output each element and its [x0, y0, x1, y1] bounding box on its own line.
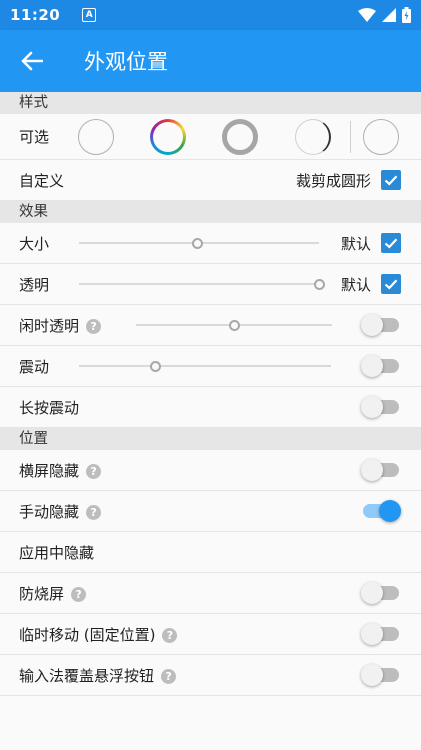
vibrate-slider[interactable]: [79, 356, 331, 376]
help-icon[interactable]: ?: [86, 463, 102, 479]
size-default-label: 默认: [340, 234, 371, 253]
opacity-default-checkbox[interactable]: [381, 274, 401, 294]
size-label: 大小: [19, 234, 50, 253]
vibrate-label: 震动: [19, 357, 50, 376]
ime-cover-text: 输入法覆盖悬浮按钮: [19, 666, 155, 685]
arrow-left-icon: [21, 51, 43, 71]
style-option-shadow[interactable]: [295, 119, 331, 155]
burn-in-label: 防烧屏?: [19, 583, 87, 604]
help-icon[interactable]: ?: [86, 504, 102, 520]
ime-cover-label: 输入法覆盖悬浮按钮?: [19, 665, 177, 686]
idle-opacity-label: 闲时透明?: [19, 315, 136, 336]
landscape-hide-label: 横屏隐藏?: [19, 460, 102, 481]
status-time: 11:20: [10, 6, 61, 24]
landscape-hide-switch[interactable]: [361, 459, 401, 481]
opacity-label: 透明: [19, 275, 50, 294]
help-icon[interactable]: ?: [162, 627, 178, 643]
style-option-ring[interactable]: [222, 119, 258, 155]
temp-move-label: 临时移动 (固定位置)?: [19, 624, 178, 645]
battery-icon: [402, 7, 411, 23]
burn-in-switch[interactable]: [361, 582, 401, 604]
cell-signal-icon: [382, 8, 396, 22]
style-options-row: 可选: [0, 114, 421, 160]
long-press-vibrate-switch[interactable]: [361, 396, 401, 418]
help-icon[interactable]: ?: [161, 668, 177, 684]
style-divider: [350, 121, 351, 153]
custom-row[interactable]: 自定义 裁剪成圆形: [0, 160, 421, 201]
idle-opacity-row: 闲时透明?: [0, 305, 421, 346]
app-bar: 外观位置: [0, 30, 421, 92]
slider-thumb[interactable]: [191, 238, 203, 249]
idle-opacity-switch[interactable]: [361, 314, 401, 336]
check-icon: [384, 238, 398, 249]
check-icon: [384, 175, 398, 186]
opacity-default-label: 默认: [340, 275, 371, 294]
slider-thumb[interactable]: [314, 279, 325, 290]
temp-move-row[interactable]: 临时移动 (固定位置)?: [0, 614, 421, 655]
opacity-row: 透明 默认: [0, 264, 421, 305]
hide-in-app-label: 应用中隐藏: [19, 543, 95, 562]
back-button[interactable]: [0, 30, 64, 92]
temp-move-switch[interactable]: [361, 623, 401, 645]
help-icon[interactable]: ?: [71, 586, 87, 602]
help-icon[interactable]: ?: [86, 318, 102, 334]
long-press-vibrate-row[interactable]: 长按震动: [0, 387, 421, 428]
burn-in-text: 防烧屏: [19, 584, 65, 603]
style-option-custom[interactable]: [363, 119, 399, 155]
manual-hide-row[interactable]: 手动隐藏?: [0, 491, 421, 532]
section-header-effect: 效果: [0, 201, 421, 223]
size-slider[interactable]: [79, 233, 319, 253]
burn-in-row[interactable]: 防烧屏?: [0, 573, 421, 614]
temp-move-text: 临时移动 (固定位置): [19, 625, 156, 644]
size-default-checkbox[interactable]: [381, 233, 401, 253]
slider-track: [79, 365, 331, 367]
vibrate-switch[interactable]: [361, 355, 401, 377]
hide-in-app-row[interactable]: 应用中隐藏: [0, 532, 421, 573]
landscape-hide-row[interactable]: 横屏隐藏?: [0, 450, 421, 491]
idle-opacity-text: 闲时透明: [19, 316, 80, 335]
ime-cover-row[interactable]: 输入法覆盖悬浮按钮?: [0, 655, 421, 696]
manual-hide-label: 手动隐藏?: [19, 501, 102, 522]
section-header-style: 样式: [0, 92, 421, 114]
slider-track: [79, 283, 319, 285]
crop-circle-checkbox[interactable]: [381, 170, 401, 190]
slider-thumb[interactable]: [149, 361, 161, 372]
idle-opacity-slider[interactable]: [136, 315, 332, 335]
size-row: 大小 默认: [0, 223, 421, 264]
slider-thumb[interactable]: [229, 320, 240, 331]
style-option-plain[interactable]: [78, 119, 114, 155]
long-press-vibrate-label: 长按震动: [19, 398, 80, 417]
vibrate-row: 震动: [0, 346, 421, 387]
opacity-slider[interactable]: [79, 274, 325, 294]
wifi-icon: [358, 8, 376, 22]
style-options-label: 可选: [19, 128, 50, 146]
check-icon: [384, 279, 398, 290]
notification-badge: A: [82, 8, 97, 22]
ime-cover-switch[interactable]: [361, 664, 401, 686]
landscape-hide-text: 横屏隐藏: [19, 461, 80, 480]
section-header-position: 位置: [0, 428, 421, 450]
manual-hide-text: 手动隐藏: [19, 502, 80, 521]
page-title: 外观位置: [84, 50, 168, 74]
status-bar: 11:20 A: [0, 0, 421, 30]
style-option-rainbow[interactable]: [150, 119, 186, 155]
manual-hide-switch[interactable]: [361, 500, 401, 522]
custom-label: 自定义: [19, 171, 65, 190]
crop-circle-label: 裁剪成圆形: [295, 171, 371, 190]
